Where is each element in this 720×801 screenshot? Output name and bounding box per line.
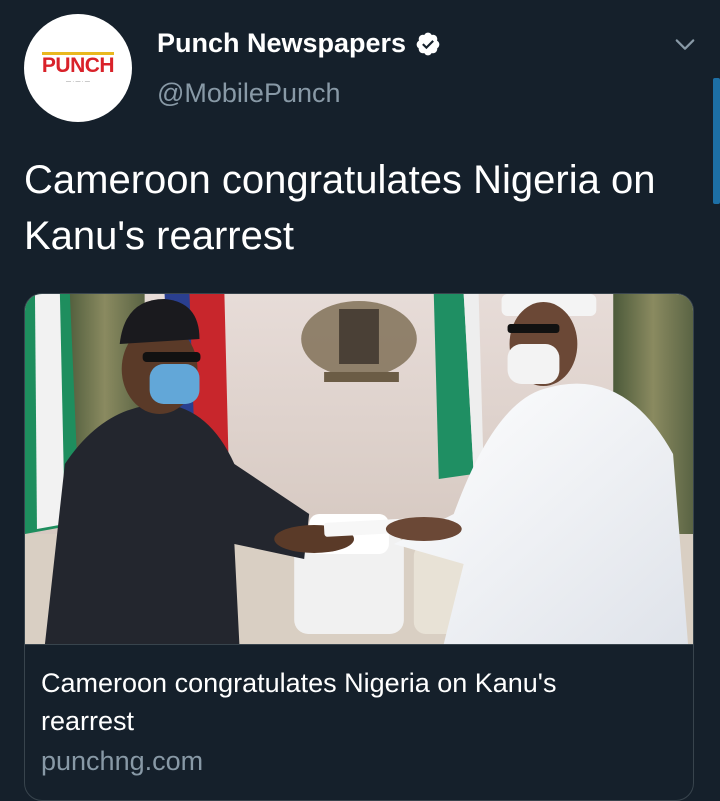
- card-title[interactable]: Cameroon congratulates Nigeria on Kanu's…: [41, 664, 641, 740]
- card-photo[interactable]: [25, 294, 693, 645]
- tweet-text: Cameroon congratulates Nigeria on Kanu's…: [24, 158, 656, 258]
- scrollbar-thumb[interactable]: [713, 78, 720, 204]
- author-name-row[interactable]: Punch Newspapers: [157, 28, 441, 59]
- author-handle[interactable]: @MobilePunch: [157, 78, 341, 109]
- logo-tagline-icon: — · — · —: [66, 78, 90, 85]
- punch-logo: PUNCH: [41, 51, 115, 77]
- verified-badge-icon: [416, 32, 440, 55]
- chevron-down-icon[interactable]: [674, 34, 696, 56]
- card-domain[interactable]: punchng.com: [41, 746, 203, 777]
- display-name[interactable]: Punch Newspapers: [157, 28, 406, 59]
- avatar[interactable]: PUNCH — · — · —: [24, 14, 132, 122]
- link-card[interactable]: Cameroon congratulates Nigeria on Kanu's…: [24, 293, 694, 801]
